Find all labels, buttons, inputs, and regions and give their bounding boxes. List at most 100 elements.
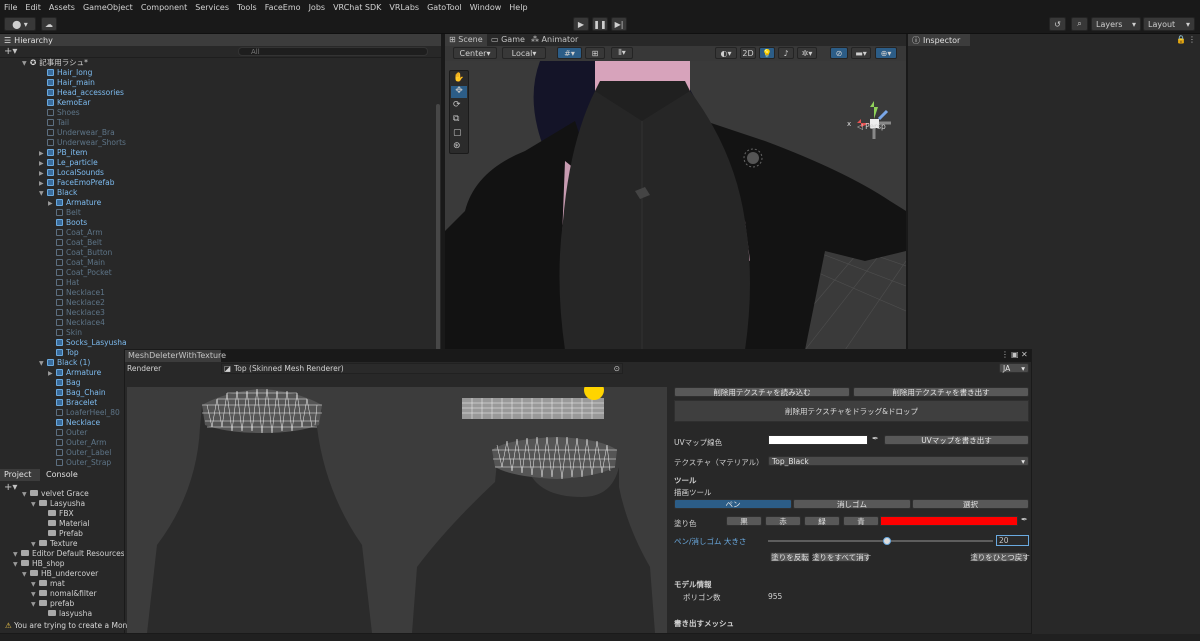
hand-tool-icon[interactable]: ✋ (453, 73, 464, 83)
mdwt-tab[interactable]: MeshDeleterWithTexture (125, 350, 226, 362)
pen-size-slider-knob[interactable] (883, 537, 892, 545)
hierarchy-item[interactable]: Bag (48, 378, 81, 388)
menu-item-faceemo[interactable]: FaceEmo (265, 3, 301, 12)
hierarchy-item[interactable]: ▶ Armature (48, 368, 101, 378)
hierarchy-item[interactable]: Outer (48, 428, 87, 438)
menu-item-vrlabs[interactable]: VRLabs (389, 3, 419, 12)
hierarchy-item[interactable]: Socks_Lasyusha (48, 338, 127, 348)
rotate-tool-icon[interactable]: ⟳ (453, 100, 461, 110)
hierarchy-item[interactable]: Underwear_Shorts (39, 138, 126, 148)
chevron-down-icon[interactable]: ▼ (39, 359, 47, 369)
lighting-icon[interactable]: 💡 (759, 47, 775, 59)
scene-root[interactable]: ▼ ✪ 記事用ラシュ* (22, 58, 88, 68)
hierarchy-item[interactable]: Necklace1 (48, 288, 105, 298)
close-icon[interactable]: ✕ (1021, 350, 1028, 359)
pivot-dropdown[interactable]: Center ▾ (453, 47, 497, 59)
pen-size-slider[interactable] (768, 537, 993, 545)
maximize-icon[interactable]: ▣ (1011, 350, 1019, 359)
scale-tool-icon[interactable]: ⧉ (453, 114, 459, 124)
undo-paint-button[interactable]: 塗りをひとつ戻す (970, 552, 1030, 562)
chevron-down-icon[interactable]: ▼ (39, 189, 47, 199)
menu-item-help[interactable]: Help (509, 3, 527, 12)
hierarchy-item[interactable]: KemoEar (39, 98, 90, 108)
move-tool-icon[interactable]: ✥ (451, 86, 467, 98)
invert-paint-button[interactable]: 塗りを反転 (770, 552, 810, 562)
tab-game[interactable]: ▭ Game (487, 34, 527, 46)
hierarchy-item[interactable]: Shoes (39, 108, 80, 118)
snap-increment-button[interactable]: ⊞ (585, 47, 605, 59)
hierarchy-item[interactable]: Hair_long (39, 68, 92, 78)
menu-item-gameobject[interactable]: GameObject (83, 3, 133, 12)
hierarchy-item[interactable]: Necklace2 (48, 298, 105, 308)
hierarchy-item[interactable]: Coat_Belt (48, 238, 102, 248)
hierarchy-item[interactable]: ▶ LocalSounds (39, 168, 104, 178)
rect-tool-icon[interactable]: ▢ (453, 128, 462, 138)
layout-dropdown[interactable]: Layout ▾ (1143, 17, 1195, 31)
camera-settings-icon[interactable]: ▬▾ (851, 47, 871, 59)
history-icon[interactable]: ↺ (1049, 17, 1066, 31)
project-folder[interactable]: ▼ HB_undercover (22, 569, 98, 579)
tab-project[interactable]: Project (0, 469, 40, 481)
menu-item-assets[interactable]: Assets (49, 3, 75, 12)
hierarchy-search-input[interactable]: All (238, 47, 428, 56)
hierarchy-item[interactable]: Coat_Arm (48, 228, 103, 238)
project-folder[interactable]: ▼ Lasyusha (31, 499, 85, 509)
project-folder[interactable]: FBX (40, 509, 74, 519)
lock-icon[interactable]: 🔒 (1176, 35, 1186, 44)
language-dropdown[interactable]: JA ▾ (999, 363, 1029, 373)
pen-tool-button[interactable]: ペン (674, 499, 792, 509)
menu-item-window[interactable]: Window (470, 3, 502, 12)
tab-scene[interactable]: ⊞ Scene (445, 34, 487, 46)
hierarchy-item[interactable]: ▶ Armature (48, 198, 101, 208)
color-red-button[interactable]: 赤 (765, 516, 801, 526)
menu-item-tools[interactable]: Tools (237, 3, 257, 12)
menu-item-edit[interactable]: Edit (25, 3, 41, 12)
account-button[interactable]: ⬤ ▾ (4, 17, 36, 31)
hierarchy-item[interactable]: Tail (39, 118, 69, 128)
eraser-tool-button[interactable]: 消しゴム (793, 499, 911, 509)
search-icon[interactable]: ⌕ (1071, 17, 1088, 31)
menu-icon[interactable]: ⋮ (1188, 35, 1196, 44)
project-folder[interactable]: ▼ mat (31, 579, 65, 589)
chevron-down-icon[interactable]: ▼ (22, 570, 30, 580)
chevron-down-icon[interactable]: ▼ (13, 560, 21, 570)
project-folder[interactable]: Prefab (40, 529, 83, 539)
hierarchy-item[interactable]: Necklace4 (48, 318, 105, 328)
menu-icon[interactable]: ⋮ (1001, 350, 1009, 359)
load-delete-texture-button[interactable]: 削除用テクスチャを読み込む (674, 387, 850, 397)
hierarchy-item[interactable]: Coat_Button (48, 248, 112, 258)
project-folder[interactable]: ▼ prefab (31, 599, 74, 609)
hierarchy-item[interactable]: Bag_Chain (48, 388, 106, 398)
hierarchy-item[interactable]: ▶ PB_item (39, 148, 87, 158)
hierarchy-item[interactable]: Boots (48, 218, 87, 228)
project-folder[interactable]: ▼ HB_shop (13, 559, 65, 569)
hidden-objects-icon[interactable]: ⊘ (830, 47, 848, 59)
hierarchy-item[interactable]: Underwear_Bra (39, 128, 115, 138)
hierarchy-item[interactable]: Hat (48, 278, 79, 288)
project-folder[interactable]: ▼ velvet Grace (22, 489, 89, 499)
project-folder[interactable]: ▼ nomal&filter (31, 589, 97, 599)
status-message[interactable]: ⚠ You are trying to create a Monol (3, 621, 127, 630)
menu-item-gatotool[interactable]: GatoTool (427, 3, 462, 12)
hierarchy-item[interactable]: Coat_Main (48, 258, 105, 268)
export-uv-button[interactable]: UVマップを書き出す (884, 435, 1029, 445)
project-folder[interactable]: lasyusha (40, 609, 92, 619)
add-icon[interactable]: +▾ (4, 46, 17, 57)
texture-dropdown[interactable]: Top_Black ▾ (768, 456, 1029, 466)
chevron-down-icon[interactable]: ▼ (31, 600, 39, 610)
hierarchy-item[interactable]: Outer_Arm (48, 438, 106, 448)
hierarchy-item[interactable]: Head_accessories (39, 88, 124, 98)
hierarchy-tab[interactable]: ☰ Hierarchy (0, 34, 441, 46)
status-bar[interactable]: ⚠ You are trying to create a Monol (0, 621, 1200, 641)
select-tool-button[interactable]: 選択 (912, 499, 1029, 509)
menu-item-file[interactable]: File (4, 3, 17, 12)
project-folder[interactable]: ▼ Editor Default Resources (13, 549, 125, 559)
texture-canvas[interactable] (127, 387, 667, 633)
menu-item-vrchat-sdk[interactable]: VRChat SDK (333, 3, 381, 12)
uv-color-swatch[interactable] (768, 435, 868, 445)
hierarchy-item[interactable]: Belt (48, 208, 81, 218)
menu-item-jobs[interactable]: Jobs (309, 3, 326, 12)
color-blue-button[interactable]: 青 (843, 516, 879, 526)
pen-size-input[interactable]: 20 (996, 535, 1029, 546)
tab-animator[interactable]: ⁂ Animator (527, 34, 583, 46)
